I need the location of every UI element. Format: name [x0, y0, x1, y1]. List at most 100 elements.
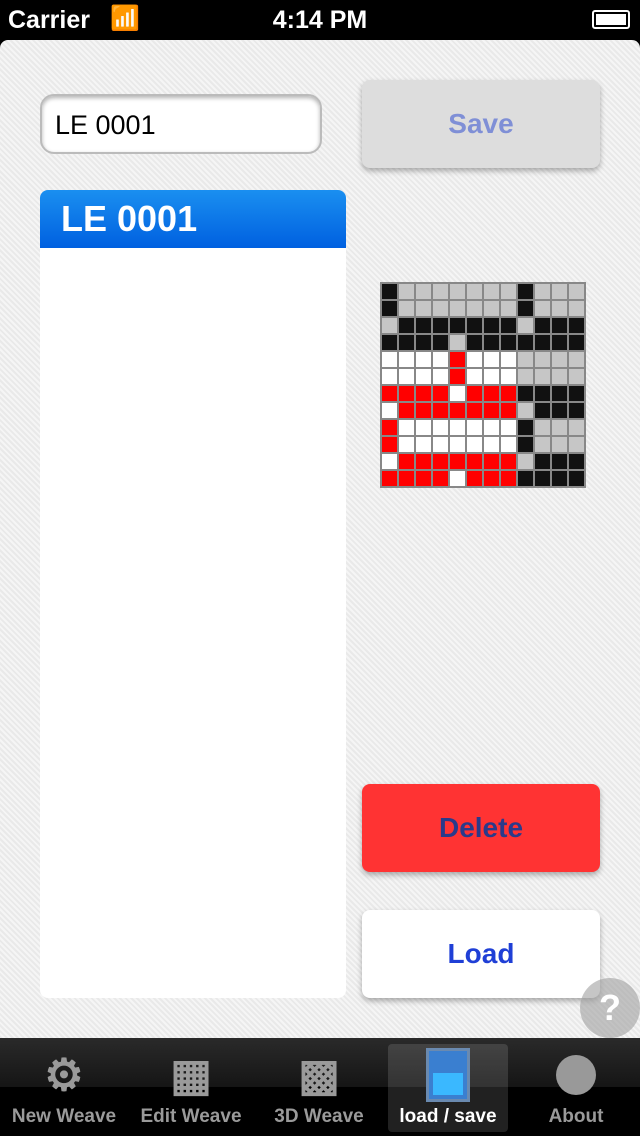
help-button[interactable]: ?	[580, 978, 640, 1038]
weave-cell	[500, 368, 517, 385]
weave-cell	[398, 402, 415, 419]
weave-cell	[551, 453, 568, 470]
load-save-screen: LE 0001 Save LE 0001 Delete Load ?	[0, 40, 640, 1038]
status-bar: Carrier 📶 4:14 PM	[0, 0, 640, 40]
weave-cell	[466, 402, 483, 419]
weave-cell	[381, 317, 398, 334]
weave-cell	[551, 470, 568, 487]
weave-cell	[415, 368, 432, 385]
weave-cell	[432, 453, 449, 470]
save-button[interactable]: Save	[362, 80, 600, 168]
load-button[interactable]: Load	[362, 910, 600, 998]
weave-cell	[466, 351, 483, 368]
weave-cell	[551, 436, 568, 453]
weave-cell	[415, 385, 432, 402]
weave-cell	[381, 453, 398, 470]
weave-cell	[483, 402, 500, 419]
tab-3d-weave[interactable]: ▩ 3D Weave	[259, 1044, 379, 1132]
weave-preview	[380, 282, 586, 488]
weave-cell	[483, 351, 500, 368]
weave-cell	[568, 385, 585, 402]
weave-cell	[449, 300, 466, 317]
weave-cell	[398, 385, 415, 402]
weave-cell	[381, 300, 398, 317]
weave-cell	[534, 368, 551, 385]
weave-cell	[381, 334, 398, 351]
weave-cell	[398, 334, 415, 351]
weave-cell	[466, 334, 483, 351]
weave-cell	[483, 453, 500, 470]
weave-cell	[483, 385, 500, 402]
tab-label: About	[548, 1106, 604, 1127]
weave-cell	[432, 283, 449, 300]
weave-cell	[432, 402, 449, 419]
tab-load-save[interactable]: load / save	[388, 1044, 508, 1132]
weave-cell	[415, 402, 432, 419]
grid-icon: ▦	[170, 1050, 212, 1100]
weave-cell	[415, 351, 432, 368]
weave-cell	[483, 419, 500, 436]
weave-cell	[500, 351, 517, 368]
weave-cell	[466, 317, 483, 334]
weave-cell	[398, 351, 415, 368]
weave-cell	[534, 436, 551, 453]
weave-cell	[466, 419, 483, 436]
weave-cell	[500, 419, 517, 436]
weave-cell	[466, 283, 483, 300]
weave-cell	[551, 368, 568, 385]
weave-cell	[381, 470, 398, 487]
weave-cell	[449, 368, 466, 385]
weave-cell	[500, 334, 517, 351]
tab-new-weave[interactable]: ⚙ New Weave	[4, 1044, 124, 1132]
weave-cell	[449, 351, 466, 368]
weave-cell	[534, 351, 551, 368]
tab-about[interactable]: About	[516, 1044, 636, 1132]
weave-cell	[534, 402, 551, 419]
weave-cell	[500, 453, 517, 470]
weave-cell	[381, 436, 398, 453]
weave-cell	[483, 334, 500, 351]
weave-cell	[398, 470, 415, 487]
weave-cell	[415, 283, 432, 300]
weave-name-input[interactable]: LE 0001	[40, 94, 322, 154]
weave-cell	[551, 317, 568, 334]
weave-cell	[449, 317, 466, 334]
weave-cell	[432, 385, 449, 402]
delete-button[interactable]: Delete	[362, 784, 600, 872]
weave-cell	[517, 419, 534, 436]
weave-cell	[432, 436, 449, 453]
weave-cell	[534, 300, 551, 317]
weave-cell	[517, 351, 534, 368]
weave-cell	[449, 419, 466, 436]
weave-cell	[517, 317, 534, 334]
weave-cell	[517, 385, 534, 402]
list-item[interactable]: LE 0001	[40, 190, 346, 248]
weave-cell	[449, 402, 466, 419]
weave-cell	[500, 385, 517, 402]
weave-cell	[551, 283, 568, 300]
weave-cell	[449, 334, 466, 351]
tab-edit-weave[interactable]: ▦ Edit Weave	[131, 1044, 251, 1132]
weave-cell	[500, 300, 517, 317]
weave-cell	[449, 283, 466, 300]
weave-cell	[551, 334, 568, 351]
weave-cell	[534, 419, 551, 436]
weave-cell	[432, 470, 449, 487]
weave-cell	[551, 419, 568, 436]
weave-cell	[517, 402, 534, 419]
weave-cell	[432, 317, 449, 334]
weave-cell	[398, 436, 415, 453]
weave-cell	[415, 317, 432, 334]
weave-cell	[483, 368, 500, 385]
weave-cell	[466, 385, 483, 402]
weave-cell	[517, 300, 534, 317]
weave-cell	[466, 470, 483, 487]
weave-cell	[534, 283, 551, 300]
weave-cell	[568, 334, 585, 351]
weave-cell	[483, 470, 500, 487]
weave-cell	[415, 453, 432, 470]
saved-weaves-list[interactable]: LE 0001	[40, 190, 346, 998]
weave-cell	[500, 470, 517, 487]
weave-cell	[517, 368, 534, 385]
weave-cell	[483, 317, 500, 334]
